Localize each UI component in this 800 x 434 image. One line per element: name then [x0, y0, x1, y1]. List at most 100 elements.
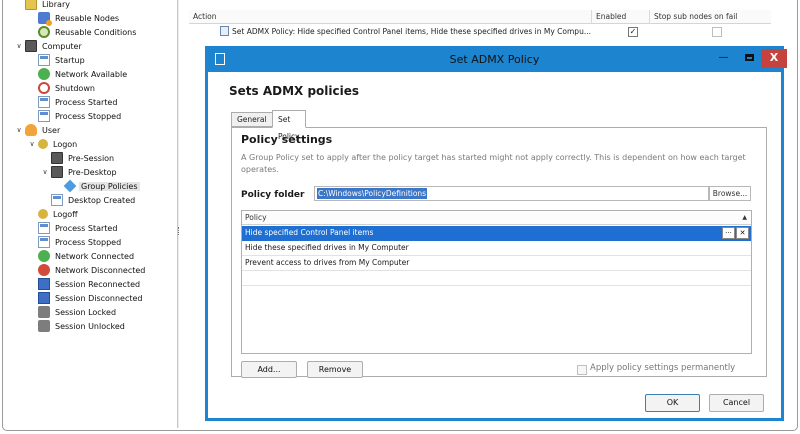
session-reconnected-icon — [38, 278, 50, 290]
remove-policy-button[interactable]: Remove — [307, 361, 363, 378]
tree-item[interactable]: Startup — [28, 53, 87, 67]
add-policy-button[interactable]: Add... — [241, 361, 297, 378]
tree-item-label: Network Available — [55, 69, 128, 79]
policy-list[interactable]: Policy ▲ Hide specified Control Panel it… — [241, 210, 752, 354]
tree-item[interactable]: ∨ Logon — [28, 137, 79, 151]
grid-row[interactable]: Set ADMX Policy: Hide specified Control … — [189, 25, 771, 39]
policy-folder-field[interactable]: C:\Windows\PolicyDefinitions — [314, 186, 709, 201]
shutdown-icon — [38, 82, 50, 94]
tree-item[interactable]: Session Disconnected — [28, 291, 145, 305]
logon-icon — [38, 139, 48, 149]
tree-item-label: Process Stopped — [55, 111, 122, 121]
policy-row[interactable]: Hide these specified drives in My Comput… — [242, 241, 751, 256]
policy-column-header: Policy — [245, 213, 267, 222]
splitter-grip[interactable] — [178, 227, 179, 235]
tree-item[interactable]: Session Reconnected — [28, 277, 142, 291]
dialog-title: Set ADMX Policy — [449, 53, 540, 66]
delete-policy-button[interactable]: ✕ — [736, 227, 749, 239]
network-available-icon — [38, 68, 50, 80]
policy-folder-value: C:\Windows\PolicyDefinitions — [317, 188, 428, 199]
expand-toggle-icon[interactable]: ∨ — [15, 126, 23, 134]
tree-item[interactable]: Desktop Created — [41, 193, 137, 207]
process-started-icon — [38, 96, 50, 108]
tree-item[interactable]: Reusable Nodes — [28, 11, 121, 26]
policy-row-text: Prevent access to drives from My Compute… — [245, 258, 410, 267]
tree-item[interactable]: Process Started — [28, 221, 119, 235]
browse-button[interactable]: Browse... — [709, 186, 751, 201]
tab-set-policy[interactable]: Set Policy — [272, 110, 306, 141]
expand-toggle-icon[interactable]: ∨ — [41, 168, 49, 176]
tree-item[interactable]: Reusable Conditions — [28, 25, 138, 39]
tree-item-label: Process Started — [55, 223, 118, 233]
dialog-titlebar[interactable]: Set ADMX Policy — X — [208, 49, 787, 72]
maximize-button[interactable] — [737, 49, 762, 68]
tree-item-label: Startup — [55, 55, 85, 65]
tree-item-label: Computer — [42, 41, 82, 51]
nodes-icon — [38, 12, 52, 26]
apply-permanently-checkbox[interactable] — [577, 365, 587, 375]
delete-icon: ✕ — [739, 229, 746, 237]
empty-policy-row[interactable] — [242, 271, 751, 286]
tree-item[interactable]: Pre-Session — [41, 151, 116, 165]
startup-icon — [38, 54, 50, 66]
actions-grid: Action Enabled Stop sub nodes on fail Se… — [189, 10, 795, 50]
ok-button[interactable]: OK — [645, 394, 700, 412]
tree-item-label: Session Reconnected — [55, 279, 141, 289]
enabled-checkbox[interactable]: ✓ — [628, 27, 638, 37]
tree-item-label: Session Unlocked — [55, 321, 125, 331]
tree-item[interactable]: ∨ Pre-Desktop — [41, 165, 119, 179]
pane-splitter[interactable] — [177, 0, 179, 428]
ellipsis-icon: ··· — [725, 229, 732, 237]
tree-item-label: Session Disconnected — [55, 293, 143, 303]
tree-item[interactable]: Process Stopped — [28, 109, 123, 123]
policy-list-header[interactable]: Policy ▲ — [242, 211, 751, 225]
app-window: Library Reusable Nodes Reusable Conditions… — [2, 0, 798, 431]
logoff-icon — [38, 209, 48, 219]
tree-item-label: Pre-Session — [68, 153, 115, 163]
tree-item[interactable]: Network Connected — [28, 249, 136, 263]
tab-general[interactable]: General — [231, 112, 273, 127]
network-connected-icon — [38, 250, 50, 262]
tree-item-label: Process Stopped — [55, 237, 122, 247]
cancel-button[interactable]: Cancel — [709, 394, 764, 412]
grid-row-action-text: Set ADMX Policy: Hide specified Control … — [232, 27, 591, 36]
tree-item-label: Network Connected — [55, 251, 135, 261]
session-unlocked-icon — [38, 320, 50, 332]
tree-item[interactable]: Session Unlocked — [28, 319, 127, 333]
policy-action-icon — [220, 26, 229, 36]
tree-item[interactable]: Group Policies — [54, 179, 140, 193]
close-button[interactable]: X — [761, 49, 787, 68]
policy-row[interactable]: Hide specified Control Panel items ··· ✕ — [242, 226, 751, 241]
session-locked-icon — [38, 306, 50, 318]
column-header-stop-sub-nodes[interactable]: Stop sub nodes on fail — [650, 10, 771, 24]
column-header-action[interactable]: Action — [189, 10, 592, 24]
tree-item[interactable]: ∨ Computer — [15, 39, 84, 53]
tree-item[interactable]: Logoff — [28, 207, 80, 221]
tree-item[interactable]: Network Disconnected — [28, 263, 147, 277]
edit-policy-button[interactable]: ··· — [722, 227, 735, 239]
expand-toggle-icon[interactable]: ∨ — [15, 42, 23, 50]
tree-item[interactable]: Library — [15, 0, 72, 11]
expand-toggle-icon[interactable]: ∨ — [28, 140, 36, 148]
process-stopped-icon — [38, 236, 50, 248]
sort-ascending-icon: ▲ — [742, 214, 747, 221]
set-policy-panel: Policy settings A Group Policy set to ap… — [231, 127, 767, 378]
minimize-button[interactable]: — — [711, 49, 736, 68]
tree-item-label: Reusable Nodes — [55, 13, 120, 23]
column-header-enabled[interactable]: Enabled — [592, 10, 650, 24]
tree-item[interactable]: Process Started — [28, 95, 119, 109]
user-icon — [25, 124, 37, 136]
tree-item[interactable]: ∨ User — [15, 123, 62, 137]
stop-sub-nodes-checkbox[interactable] — [712, 27, 722, 37]
tree-item-label: Pre-Desktop — [68, 167, 117, 177]
tree-item[interactable]: Session Locked — [28, 305, 118, 319]
navigation-tree[interactable]: Library Reusable Nodes Reusable Conditions… — [7, 0, 177, 428]
tree-item[interactable]: Shutdown — [28, 81, 97, 95]
policy-row[interactable]: Prevent access to drives from My Compute… — [242, 256, 751, 271]
tree-item[interactable]: Network Available — [28, 67, 129, 81]
policy-settings-description: A Group Policy set to apply after the po… — [241, 153, 746, 174]
network-disconnected-icon — [38, 264, 50, 276]
process-stopped-icon — [38, 110, 50, 122]
tree-item[interactable]: Process Stopped — [28, 235, 123, 249]
group-policies-icon — [63, 179, 77, 193]
